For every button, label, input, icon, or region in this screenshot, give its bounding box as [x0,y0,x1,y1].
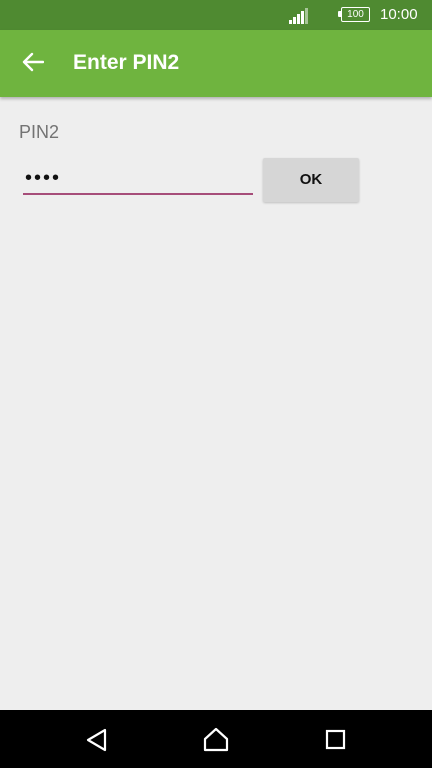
ok-button[interactable]: OK [263,158,359,202]
nav-recent-button[interactable] [318,721,354,757]
page-title: Enter PIN2 [73,51,180,74]
nav-home-button[interactable] [198,721,234,757]
pin2-input[interactable]: •••• [23,163,253,195]
battery-icon: 100 [338,7,370,22]
app-bar: Enter PIN2 [0,30,432,97]
back-button[interactable] [12,40,56,84]
pin2-value: •••• [25,167,62,189]
nav-home-icon [203,727,229,752]
pin2-label: PIN2 [19,122,60,142]
nav-back-icon [86,728,107,752]
battery-level: 100 [341,7,370,22]
status-bar: 100 10:00 [0,0,432,30]
nav-recent-icon [325,729,346,750]
arrow-back-icon [22,52,44,72]
navigation-bar [0,710,432,768]
signal-icon [289,8,308,24]
nav-back-button[interactable] [78,721,114,757]
status-time: 10:00 [380,6,418,23]
